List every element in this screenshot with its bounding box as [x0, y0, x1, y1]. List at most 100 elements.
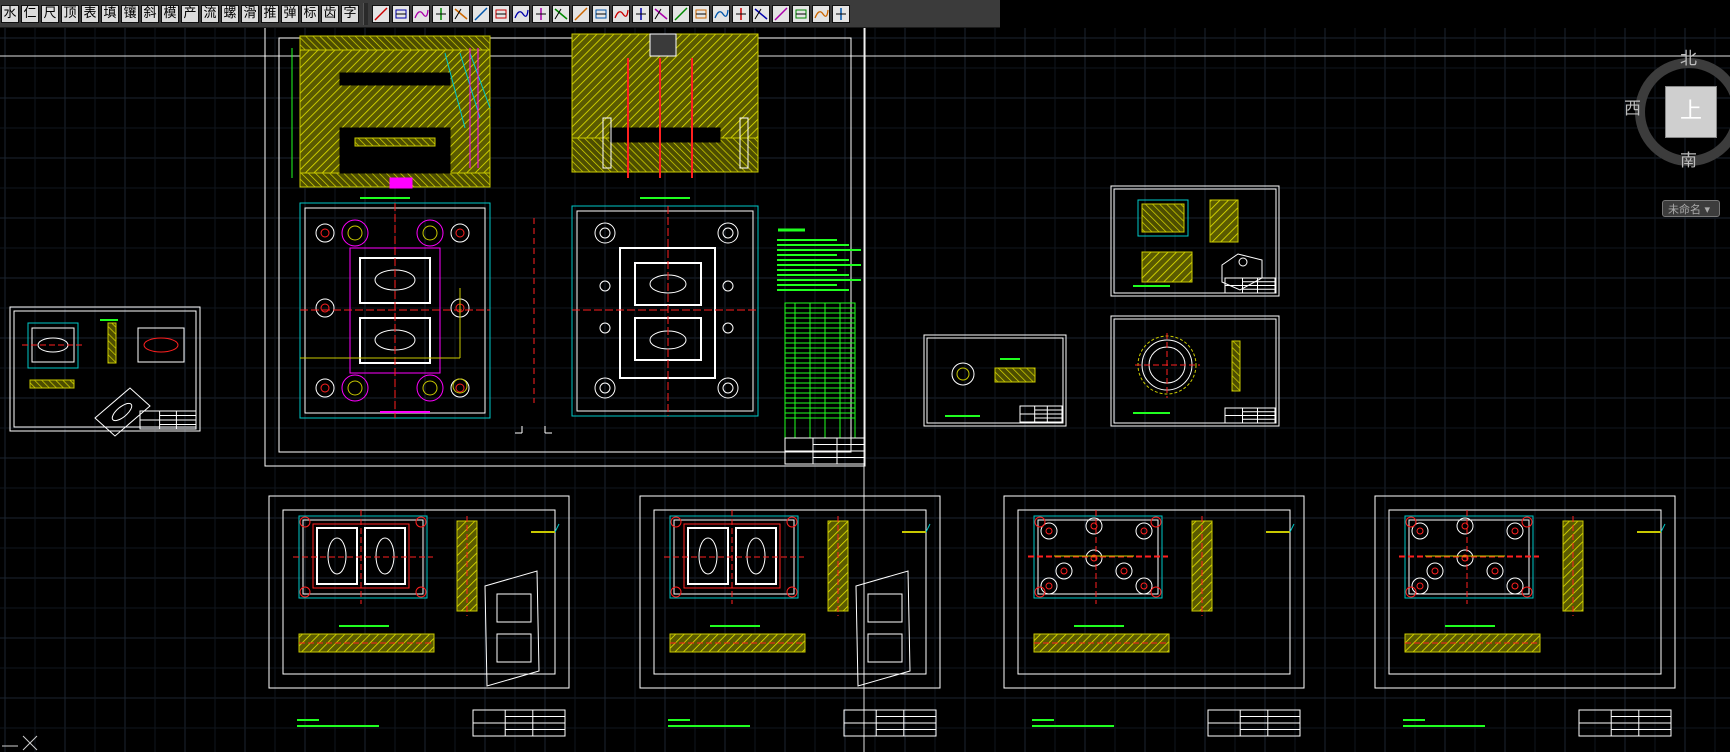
plate-hole-center	[1045, 582, 1053, 590]
cavity-pocket-left	[687, 527, 729, 585]
corner-bolt	[1150, 586, 1162, 598]
surface-roughness-symbol	[1660, 523, 1666, 533]
tool-button-8[interactable]: 模	[161, 4, 179, 23]
tool-button-3[interactable]: 顶	[61, 4, 79, 23]
ejector-space	[339, 127, 451, 174]
arc-icon[interactable]	[712, 4, 730, 23]
grid-icon[interactable]	[372, 4, 390, 23]
box-icon[interactable]	[752, 4, 770, 23]
part-drawing-sheet-2	[1110, 185, 1280, 297]
compass-west-label[interactable]: 西	[1624, 94, 1641, 119]
tool-button-4[interactable]: 表	[81, 4, 99, 23]
title-block	[1224, 277, 1276, 294]
tool-button-9[interactable]: 产	[181, 4, 199, 23]
viewcube-top-face[interactable]: 上	[1665, 86, 1717, 138]
bolt-hole	[717, 377, 739, 399]
part2-iso-hole	[1238, 257, 1248, 267]
tool-button-6[interactable]: 镶	[121, 4, 139, 23]
tool-button-5[interactable]: 填	[101, 4, 119, 23]
tool-button-13[interactable]: 推	[261, 4, 279, 23]
drawing-canvas[interactable]	[0, 28, 1730, 752]
guide-bushing	[341, 374, 369, 402]
cavity-ellipse	[746, 537, 766, 575]
tool-button-17[interactable]: 字	[341, 4, 359, 23]
tool-button-12[interactable]: 滑	[241, 4, 259, 23]
wave-icon[interactable]	[492, 4, 510, 23]
plate-hole	[1085, 549, 1103, 567]
line-tool-icon[interactable]	[652, 4, 670, 23]
line-icon[interactable]	[412, 4, 430, 23]
part4-ring-inner	[956, 367, 970, 381]
corner-bolt	[786, 586, 798, 598]
vdim-icon[interactable]	[812, 4, 830, 23]
plate-hole-center	[1491, 567, 1499, 575]
chart-icon[interactable]	[452, 4, 470, 23]
surface-roughness-symbol	[925, 523, 931, 533]
sprue-bushing	[649, 33, 677, 57]
toolbar-separator	[363, 2, 368, 25]
cavity-ellipse	[375, 537, 395, 575]
wcs-menu-button[interactable]: 未命名 ▾	[1662, 200, 1720, 217]
title-block	[843, 709, 937, 737]
plate-hole-center	[1416, 582, 1424, 590]
layers-icon[interactable]	[532, 4, 550, 23]
bolt-hole-center	[455, 383, 465, 393]
title-block	[784, 437, 866, 465]
tee-icon[interactable]	[772, 4, 790, 23]
sprue-puller	[389, 177, 413, 189]
isometric-plate	[484, 570, 540, 687]
compass-north-label[interactable]: 北	[1680, 44, 1697, 69]
cavity-ellipse	[327, 537, 347, 575]
hatch-icon[interactable]	[552, 4, 570, 23]
sheet-outer-frame	[268, 495, 570, 689]
diagonal-icon[interactable]	[612, 4, 630, 23]
plate-drawing-sheet-a	[268, 495, 570, 737]
tool-button-15[interactable]: 标	[301, 4, 319, 23]
guide-bushing-inner	[347, 225, 363, 241]
compass-south-label[interactable]: 南	[1680, 146, 1697, 171]
plate-drawing-sheet-c	[1003, 495, 1305, 737]
tool-button-7[interactable]: 斜	[141, 4, 159, 23]
break-icon[interactable]	[732, 4, 750, 23]
part1-iso-hole	[111, 402, 133, 422]
part4-ring	[951, 362, 975, 386]
stack-icon[interactable]	[512, 4, 530, 23]
tool-button-0[interactable]: 水	[1, 4, 19, 23]
panel-icon[interactable]	[832, 4, 850, 23]
plate-hole-center	[1140, 527, 1148, 535]
tool-button-16[interactable]: 齿	[321, 4, 339, 23]
plate-hole-center	[1060, 567, 1068, 575]
top-clamp-plate	[299, 35, 491, 51]
insert-icon[interactable]	[392, 4, 410, 23]
plate-drawing-sheet-b	[639, 495, 941, 737]
part1-plan-2	[137, 327, 185, 363]
plate-hole	[1115, 562, 1133, 580]
toolbar: 水仁尺顶表填镶斜模产流螺滑推弹标齿字	[0, 0, 1000, 28]
bolt-hole-center	[455, 228, 465, 238]
tool-button-10[interactable]: 流	[201, 4, 219, 23]
bracket-icon[interactable]	[672, 4, 690, 23]
part2-side-view	[1209, 199, 1239, 243]
viewcube[interactable]: 北 西 上 南 未命名 ▾	[1622, 40, 1730, 220]
measure-icon[interactable]	[432, 4, 450, 23]
sheet-outer-frame	[1374, 495, 1676, 689]
angle-icon[interactable]	[592, 4, 610, 23]
point-icon[interactable]	[692, 4, 710, 23]
tool-button-14[interactable]: 弹	[281, 4, 299, 23]
plate-hole-center	[1120, 567, 1128, 575]
guide-bushing	[341, 219, 369, 247]
title-block	[1207, 709, 1301, 737]
tool-button-1[interactable]: 仁	[21, 4, 39, 23]
plate-hole	[1506, 577, 1524, 595]
curve-icon[interactable]	[472, 4, 490, 23]
dim-icon[interactable]	[792, 4, 810, 23]
cavity-pocket-left	[316, 527, 358, 585]
plate-hole-center	[1511, 527, 1519, 535]
slash-icon[interactable]	[632, 4, 650, 23]
triangle-icon[interactable]	[572, 4, 590, 23]
ejector-plate	[354, 137, 436, 147]
cavity-pocket-right	[735, 527, 777, 585]
tool-button-11[interactable]: 螺	[221, 4, 239, 23]
part1-side-view	[107, 322, 117, 364]
tool-button-2[interactable]: 尺	[41, 4, 59, 23]
